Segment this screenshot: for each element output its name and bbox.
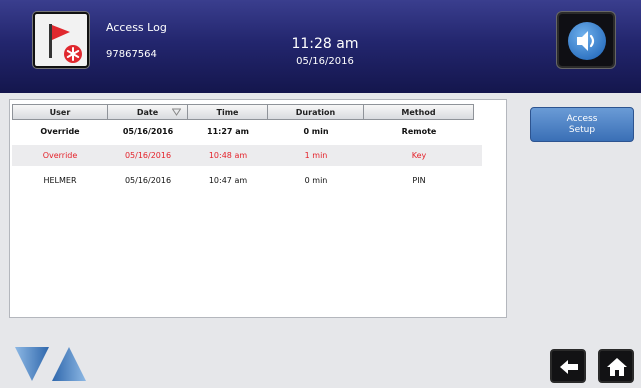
cell-date: 05/16/2016 xyxy=(122,127,174,136)
table-row[interactable]: Override 05/16/2016 11:27 am 0 min Remot… xyxy=(12,121,482,142)
home-button[interactable] xyxy=(598,349,634,383)
cell-duration: 0 min xyxy=(303,127,329,136)
sort-descending-icon xyxy=(172,108,181,116)
cell-time: 11:27 am xyxy=(207,127,249,136)
speaker-icon xyxy=(568,22,606,60)
access-log-table: User Date Time Duration Method Override … xyxy=(9,99,507,318)
column-header-user[interactable]: User xyxy=(12,104,108,120)
back-button[interactable] xyxy=(550,349,586,383)
access-setup-label-line2: Setup xyxy=(568,124,596,135)
table-row[interactable]: HELMER 05/16/2016 10:47 am 0 min PIN xyxy=(12,170,482,191)
column-header-date-label: Date xyxy=(136,107,159,117)
cell-user: Override xyxy=(40,127,80,136)
page-title: Access Log xyxy=(106,21,167,34)
cell-date: 05/16/2016 xyxy=(124,151,172,160)
flag-alarm-icon xyxy=(49,24,82,63)
triangle-down-icon[interactable] xyxy=(14,345,50,383)
cell-method: Key xyxy=(411,151,427,160)
column-header-date[interactable]: Date xyxy=(108,104,188,120)
cell-method: Remote xyxy=(401,127,437,136)
cell-duration: 0 min xyxy=(304,176,328,185)
table-header: User Date Time Duration Method xyxy=(12,104,482,120)
clock-time: 11:28 am xyxy=(291,36,359,52)
header-bar: Access Log 97867564 11:28 am 05/16/2016 xyxy=(0,0,641,93)
cell-user: HELMER xyxy=(43,176,77,185)
cell-date: 05/16/2016 xyxy=(124,176,172,185)
column-header-duration[interactable]: Duration xyxy=(268,104,364,120)
column-header-time[interactable]: Time xyxy=(188,104,268,120)
sound-button[interactable] xyxy=(557,12,615,68)
clock-date: 05/16/2016 xyxy=(296,56,354,67)
table-row[interactable]: Override 05/16/2016 10:48 am 1 min Key xyxy=(12,145,482,166)
cell-duration: 1 min xyxy=(304,151,328,160)
column-header-method[interactable]: Method xyxy=(364,104,474,120)
home-icon xyxy=(607,358,627,376)
triangle-up-icon[interactable] xyxy=(51,345,87,383)
access-setup-label-line1: Access xyxy=(566,113,598,124)
cell-time: 10:47 am xyxy=(208,176,248,185)
device-id: 97867564 xyxy=(106,49,157,60)
cell-method: PIN xyxy=(412,176,426,185)
back-arrow-icon xyxy=(560,360,578,374)
cell-user: Override xyxy=(42,151,78,160)
alarm-flag-button[interactable] xyxy=(33,12,89,68)
cell-time: 10:48 am xyxy=(208,151,248,160)
access-setup-button[interactable]: Access Setup xyxy=(530,107,634,142)
